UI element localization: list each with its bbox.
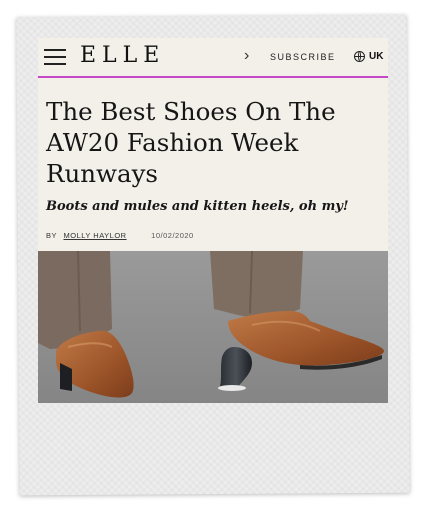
hero-image — [38, 251, 388, 403]
subscribe-link[interactable]: SUBSCRIBE — [270, 52, 336, 62]
region-selector[interactable]: UK — [369, 51, 383, 62]
byline-prefix: BY — [46, 231, 57, 240]
site-logo[interactable]: ELLE — [80, 43, 165, 68]
publish-date: 10/02/2020 — [151, 231, 194, 240]
site-header: ELLE › SUBSCRIBE UK — [38, 38, 388, 78]
article-subtitle: Boots and mules and kitten heels, oh my! — [46, 199, 349, 214]
phone-screenshot: ELLE › SUBSCRIBE UK The Best Shoes On Th… — [38, 38, 388, 403]
globe-icon[interactable] — [354, 51, 365, 62]
author-link[interactable]: MOLLY HAYLOR — [63, 231, 126, 240]
chevron-right-icon[interactable]: › — [244, 47, 249, 65]
menu-icon[interactable] — [44, 49, 66, 65]
byline: BY MOLLY HAYLOR 10/02/2020 — [46, 231, 194, 240]
article-title: The Best Shoes On The AW20 Fashion Week … — [46, 97, 336, 188]
